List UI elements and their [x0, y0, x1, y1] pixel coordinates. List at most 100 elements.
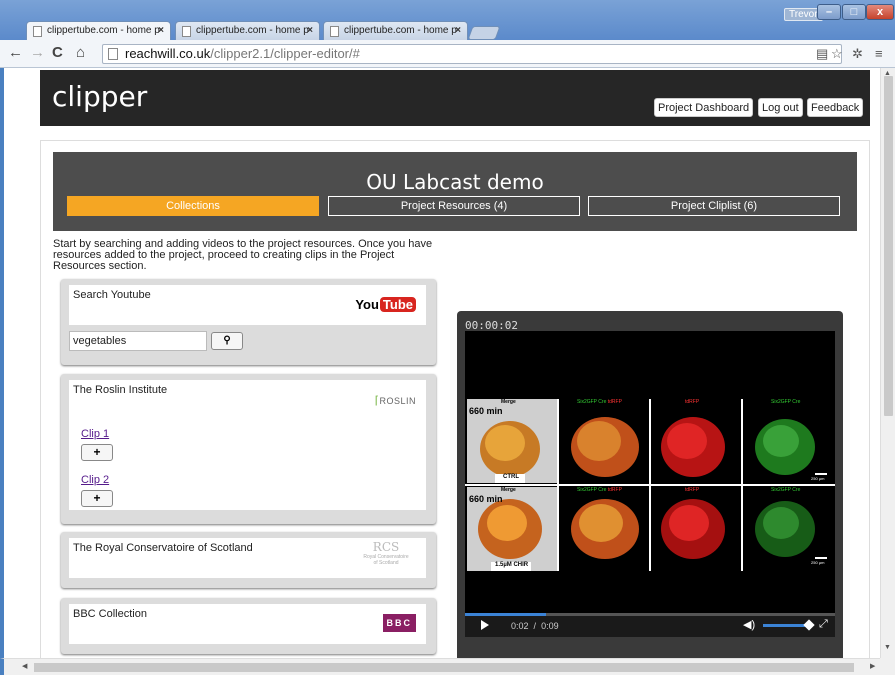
label-channel-green: Six2GFP Cre — [577, 399, 607, 405]
label-channel: tdRFP — [685, 487, 700, 493]
browser-tab-2[interactable]: clippertube.com - home p × — [175, 21, 320, 40]
editor-panel: OU Labcast demo Collections Project Reso… — [40, 140, 870, 658]
reload-icon[interactable]: C — [52, 45, 63, 61]
label-chir: 1.5µM CHIR — [495, 562, 529, 568]
youtube-search-input[interactable]: vegetables — [69, 331, 207, 351]
add-clip-button[interactable]: + — [81, 444, 113, 461]
close-window-button[interactable]: x — [866, 4, 894, 20]
label-time-bottom: 660 min — [469, 494, 503, 504]
volume-knob[interactable] — [803, 619, 815, 631]
video-controls: 0:02 / 0:09 ◀) ⤢ — [465, 613, 835, 637]
play-icon[interactable] — [481, 620, 489, 630]
collection-body: The Roslin Institute ⌈ROSLIN Clip 1 + Cl… — [69, 380, 426, 510]
project-bar: OU Labcast demo Collections Project Reso… — [53, 152, 857, 231]
scroll-thumb[interactable] — [34, 663, 854, 672]
search-icon: ⚲ — [223, 335, 231, 346]
label-channel: Six2GFP Cre — [771, 487, 801, 493]
label-channel: tdRFP — [685, 399, 700, 405]
forward-icon[interactable]: → — [30, 45, 45, 61]
close-tab-icon[interactable]: × — [307, 25, 313, 36]
video-progress-bar[interactable] — [465, 613, 835, 616]
label-scale: 250 µm — [811, 560, 825, 565]
browser-tab-3[interactable]: clippertube.com - home p × — [323, 21, 468, 40]
url-domain: reachwill.co.uk — [125, 46, 211, 61]
minimize-button[interactable]: – — [817, 4, 841, 20]
back-icon[interactable]: ← — [8, 45, 23, 61]
scroll-left-icon[interactable]: ◀ — [22, 662, 27, 670]
video-time-separator: / — [533, 621, 537, 631]
bookmark-star-icon[interactable]: ☆ — [831, 47, 843, 61]
collection-header: The Royal Conservatoire of Scotland RCS … — [69, 538, 426, 578]
video-progress-fill — [465, 613, 547, 616]
youtube-logo-tube: Tube — [379, 297, 416, 312]
extension-icon[interactable]: ▤ — [816, 47, 828, 61]
video-screen[interactable]: Merge 660 min Merge 660 min CTRL 1.5µM C… — [465, 331, 835, 613]
collection-name: Search Youtube — [73, 289, 151, 301]
collection-youtube: Search Youtube You Tube vegetables ⚲ — [61, 279, 436, 365]
collection-royal-conservatoire: The Royal Conservatoire of Scotland RCS … — [61, 532, 436, 588]
video-time: 0:02 / 0:09 — [511, 621, 559, 631]
menu-icon[interactable]: ≡ — [875, 47, 883, 61]
youtube-logo: You Tube — [355, 297, 416, 312]
volume-icon[interactable]: ◀) — [743, 618, 755, 631]
scroll-thumb[interactable] — [884, 76, 893, 416]
label-channel-green: Six2GFP Cre — [577, 487, 607, 493]
rcs-logo-line: of Scotland — [373, 560, 399, 566]
collection-name: BBC Collection — [73, 608, 147, 620]
browser-titlebar: clippertube.com - home p × clippertube.c… — [0, 0, 895, 40]
label-channel: Six2GFP Cre tdRFP — [577, 487, 622, 493]
label-time-top: 660 min — [469, 406, 503, 416]
collection-name: The Roslin Institute — [73, 384, 168, 396]
feedback-button[interactable]: Feedback — [807, 98, 864, 117]
label-channel-red: tdRFP — [607, 399, 622, 405]
rcs-logo: RCS Royal Conservatoire of Scotland — [356, 540, 416, 566]
address-bar[interactable]: reachwill.co.uk/clipper2.1/clipper-edito… — [102, 44, 842, 64]
bbc-logo: BBC — [382, 614, 416, 632]
tab-title: clippertube.com - home p — [47, 25, 160, 36]
vertical-scrollbar[interactable]: ▲ ▼ — [880, 68, 895, 658]
scroll-right-icon[interactable]: ▶ — [870, 662, 875, 670]
intro-text: Start by searching and adding videos to … — [53, 239, 453, 272]
clip-link-2[interactable]: Clip 2 — [81, 474, 109, 486]
scroll-down-icon[interactable]: ▼ — [884, 644, 891, 651]
fullscreen-icon[interactable]: ⤢ — [819, 618, 828, 631]
rcs-logo-mark: RCS — [372, 540, 400, 554]
tab-project-cliplist[interactable]: Project Cliplist (6) — [588, 196, 840, 216]
video-player: 00:00:02 Merge 660 min Merge 660 min CTR… — [457, 311, 843, 658]
close-tab-icon[interactable]: × — [158, 25, 164, 36]
home-icon[interactable]: ⌂ — [76, 45, 85, 61]
collection-bbc: BBC Collection BBC — [61, 598, 436, 654]
horizontal-scrollbar[interactable]: ◀ ▶ — [0, 658, 880, 675]
site-logo[interactable]: clipper — [52, 80, 147, 113]
volume-slider[interactable] — [763, 624, 807, 627]
browser-toolbar: ← → C ⌂ reachwill.co.uk/clipper2.1/clipp… — [0, 40, 895, 68]
collection-header: Search Youtube You Tube — [69, 285, 426, 325]
tab-collections[interactable]: Collections — [67, 196, 319, 216]
collection-roslin: The Roslin Institute ⌈ROSLIN Clip 1 + Cl… — [61, 374, 436, 524]
logout-button[interactable]: Log out — [758, 98, 803, 117]
close-tab-icon[interactable]: × — [455, 25, 461, 36]
video-current-time: 0:02 — [511, 621, 529, 631]
youtube-logo-you: You — [355, 297, 379, 312]
collection-name: The Royal Conservatoire of Scotland — [73, 542, 253, 554]
search-button[interactable]: ⚲ — [211, 332, 243, 350]
tab-title: clippertube.com - home p — [196, 25, 309, 36]
settings-gear-icon[interactable]: ✲ — [852, 47, 863, 61]
browser-tab-1[interactable]: clippertube.com - home p × — [26, 21, 171, 40]
video-duration: 0:09 — [541, 621, 559, 631]
page-icon — [33, 26, 42, 37]
page-icon — [108, 48, 118, 60]
clip-link-1[interactable]: Clip 1 — [81, 428, 109, 440]
tab-project-resources[interactable]: Project Resources (4) — [328, 196, 580, 216]
project-title: OU Labcast demo — [366, 170, 544, 194]
project-dashboard-button[interactable]: Project Dashboard — [654, 98, 754, 117]
add-clip-button[interactable]: + — [81, 490, 113, 507]
label-merge-bottom: Merge — [501, 487, 516, 493]
label-scale: 250 µm — [811, 476, 825, 481]
new-tab-button[interactable] — [467, 26, 501, 40]
site-header: clipper Project Dashboard Log out Feedba… — [40, 70, 870, 126]
label-ctrl: CTRL — [503, 474, 519, 480]
label-merge-top: Merge — [501, 399, 516, 405]
scroll-corner — [880, 658, 895, 675]
maximize-button[interactable]: □ — [842, 4, 866, 20]
